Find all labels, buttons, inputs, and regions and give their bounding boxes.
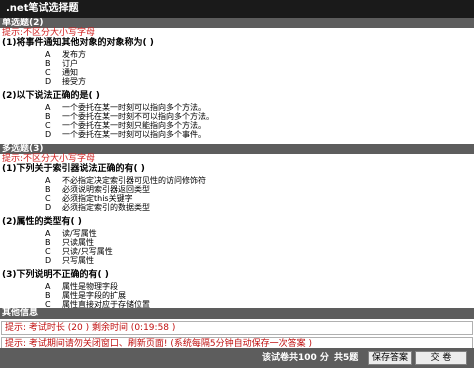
option-letter: D [45, 203, 52, 212]
section-header: 多选题(3) [0, 144, 474, 154]
answer-option[interactable]: A 不必指定决定索引器可见性的访问修饰符 [0, 176, 474, 185]
footer-bar: 该试卷共100 分 共5题 保存答案 交 卷 [0, 348, 474, 368]
answer-option[interactable]: B 一个委托在某一时刻不可以指向多个方法。 [0, 112, 474, 121]
option-letter: B [45, 291, 51, 300]
option-letter: B [45, 185, 51, 194]
option-letter: B [45, 112, 51, 121]
option-text: 发布方 [62, 50, 86, 59]
status-header: 其他信息 [0, 308, 474, 319]
exam-time-status: 提示: 考试时长 (20 ) 剩余时间 (0:19:58 ) [1, 321, 473, 335]
option-text: 只写属性 [62, 256, 94, 265]
option-letter: C [45, 247, 51, 256]
answer-option[interactable]: D 必须指定索引的数据类型 [0, 203, 474, 212]
option-letter: C [45, 68, 51, 77]
option-letter: D [45, 130, 52, 139]
option-text: 属性是字段的扩展 [62, 291, 126, 300]
option-letter: A [45, 50, 51, 59]
status-panel: 其他信息 提示: 考试时长 (20 ) 剩余时间 (0:19:58 ) 提示: … [0, 308, 474, 351]
option-text: 一个委托在某一时刻可以指向多个方法。 [62, 103, 206, 112]
option-letter: A [45, 176, 51, 185]
option-letter: C [45, 300, 51, 308]
option-list: A 读/写属性 B 只读属性 C 只读/只写属性 D 只写属性 [0, 229, 474, 265]
save-answers-button[interactable]: 保存答案 [368, 351, 412, 365]
option-text: 读/写属性 [62, 229, 97, 238]
section-header: 单选题(2) [0, 18, 474, 28]
option-text: 属性是物理字段 [62, 282, 118, 291]
option-letter: B [45, 59, 51, 68]
answer-option[interactable]: A 属性是物理字段 [0, 282, 474, 291]
option-text: 只读属性 [62, 238, 94, 247]
option-text: 通知 [62, 68, 78, 77]
option-letter: D [45, 256, 52, 265]
answer-option[interactable]: B 属性是字段的扩展 [0, 291, 474, 300]
option-text: 接受方 [62, 77, 86, 86]
option-text: 必须指定this关键字 [62, 194, 133, 203]
window-title: .net笔试选择题 [0, 0, 474, 18]
option-letter: A [45, 229, 51, 238]
option-letter: A [45, 282, 51, 291]
answer-option[interactable]: D 一个委托在某一时刻可以指向多个事件。 [0, 130, 474, 139]
option-text: 必须说明索引器返回类型 [62, 185, 150, 194]
answer-option[interactable]: D 接受方 [0, 77, 474, 86]
option-text: 不必指定决定索引器可见性的访问修饰符 [62, 176, 206, 185]
answer-option[interactable]: A 读/写属性 [0, 229, 474, 238]
case-insensitive-hint: 提示:不区分大小写字母 [2, 28, 96, 38]
question-text: (3)下列说明不正确的有( ) [2, 270, 109, 280]
option-text: 必须指定索引的数据类型 [62, 203, 150, 212]
question-count: 共5题 [334, 353, 359, 363]
option-text: 一个委托在某一时刻可以指向多个事件。 [62, 130, 206, 139]
option-letter: A [45, 103, 51, 112]
answer-option[interactable]: C 只读/只写属性 [0, 247, 474, 256]
answer-option[interactable]: C 通知 [0, 68, 474, 77]
answer-option[interactable]: D 只写属性 [0, 256, 474, 265]
question-text: (2)以下说法正确的是( ) [2, 91, 100, 101]
answer-option[interactable]: C 必须指定this关键字 [0, 194, 474, 203]
submit-exam-button[interactable]: 交 卷 [415, 351, 467, 365]
option-list: A 不必指定决定索引器可见性的访问修饰符 B 必须说明索引器返回类型 C 必须指定this… [0, 176, 474, 212]
answer-option[interactable]: C 属性直接对应于存储位置 [0, 300, 474, 308]
option-text: 一个委托在某一时刻不可以指向多个方法。 [62, 112, 214, 121]
answer-option[interactable]: B 只读属性 [0, 238, 474, 247]
question-text: (2)属性的类型有( ) [2, 217, 82, 227]
option-list: A 发布方 B 订户 C 通知 D 接受方 [0, 50, 474, 86]
total-score: 该试卷共100 分 [262, 353, 329, 363]
question-text: (1)下列关于索引器说法正确的有( ) [2, 164, 145, 174]
answer-option[interactable]: C 一个委托在某一时刻只能指向多个方法。 [0, 121, 474, 130]
option-list: A 一个委托在某一时刻可以指向多个方法。 B 一个委托在某一时刻不可以指向多个方法。 C… [0, 103, 474, 139]
answer-option[interactable]: B 必须说明索引器返回类型 [0, 185, 474, 194]
option-letter: C [45, 121, 51, 130]
question-area[interactable]: 单选题(2) 提示:不区分大小写字母 (1)将事件通知其他对象的对象称为( ) A 发布… [0, 18, 474, 308]
option-letter: C [45, 194, 51, 203]
option-letter: D [45, 77, 52, 86]
answer-option[interactable]: A 一个委托在某一时刻可以指向多个方法。 [0, 103, 474, 112]
answer-option[interactable]: A 发布方 [0, 50, 474, 59]
answer-option[interactable]: B 订户 [0, 59, 474, 68]
case-insensitive-hint: 提示:不区分大小写字母 [2, 154, 96, 164]
option-text: 只读/只写属性 [62, 247, 113, 256]
option-letter: B [45, 238, 51, 247]
option-list: A属性是物理字段B属性是字段的扩展C属性直接对应于存储位置D属性是逻辑字段 [0, 282, 474, 308]
option-text: 订户 [62, 59, 78, 68]
option-text: 属性直接对应于存储位置 [62, 300, 150, 308]
option-text: 一个委托在某一时刻只能指向多个方法。 [62, 121, 206, 130]
question-text: (1)将事件通知其他对象的对象称为( ) [2, 38, 154, 48]
